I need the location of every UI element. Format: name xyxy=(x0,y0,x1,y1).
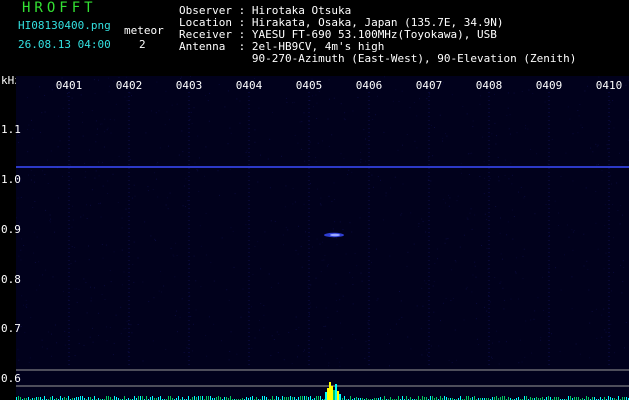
time-tick-label: 0401 xyxy=(55,79,83,92)
meteor-burst-bar xyxy=(327,388,329,400)
meteor-burst-bar xyxy=(337,391,339,400)
spectrogram xyxy=(16,76,629,400)
spectrogram-canvas xyxy=(16,76,629,400)
time-tick-label: 0402 xyxy=(115,79,143,92)
meteor-burst-bar xyxy=(333,390,335,400)
time-tick-label: 0405 xyxy=(295,79,323,92)
frequency-tick-label: 0.7 xyxy=(1,322,21,335)
image-filename: HI08130400.png xyxy=(18,19,111,32)
frequency-tick-label: 0.9 xyxy=(1,223,21,236)
event-count: 2 xyxy=(139,38,146,51)
time-tick-label: 0407 xyxy=(415,79,443,92)
info-value: 90-270-Azimuth (East-West), 90-Elevation… xyxy=(251,52,577,65)
event-type-label: meteor xyxy=(124,24,164,37)
meteor-burst-bar xyxy=(331,386,333,400)
info-label xyxy=(179,52,239,65)
meteor-burst-bar xyxy=(329,382,331,400)
frequency-tick-label: 1.0 xyxy=(1,173,21,186)
time-tick-label: 0408 xyxy=(475,79,503,92)
meteor-burst-bar xyxy=(325,392,327,400)
hrofft-window: HROFFT HI08130400.png 26.08.13 04:00 met… xyxy=(0,0,629,400)
time-tick-label: 0403 xyxy=(175,79,203,92)
background-noise xyxy=(16,76,629,367)
station-info: Observer : Hirotaka Otsuka Location : Hir… xyxy=(179,5,576,65)
time-tick-label: 0410 xyxy=(595,79,623,92)
info-row: 90-270-Azimuth (East-West), 90-Elevation… xyxy=(179,52,577,65)
frequency-tick-label: 0.8 xyxy=(1,273,21,286)
meteor-burst-bar xyxy=(335,384,337,400)
observation-datetime: 26.08.13 04:00 xyxy=(18,38,111,51)
time-tick-label: 0406 xyxy=(355,79,383,92)
signal-level-trace xyxy=(16,396,629,400)
time-tick-label: 0404 xyxy=(235,79,263,92)
frequency-tick-label: 0.6 xyxy=(1,372,21,385)
info-separator xyxy=(239,52,252,65)
meteor-echo-core xyxy=(330,233,340,237)
app-name: HROFFT xyxy=(22,0,97,16)
meteor-burst-bar xyxy=(339,394,341,400)
frequency-tick-label: 1.1 xyxy=(1,123,21,136)
time-tick-label: 0409 xyxy=(535,79,563,92)
